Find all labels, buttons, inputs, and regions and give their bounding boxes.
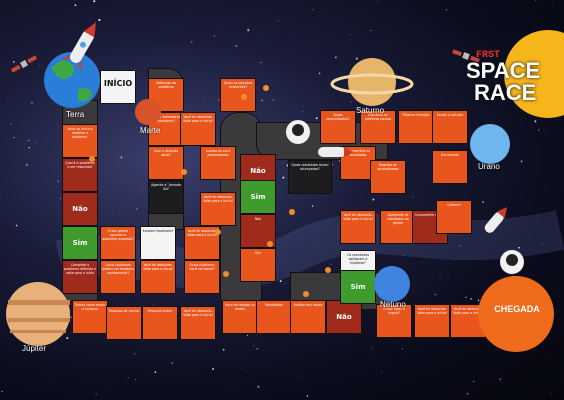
title-line-1: SPACE <box>466 58 541 83</box>
title-line-2: RACE <box>474 80 537 105</box>
planet-label-saturno: Saturno <box>356 106 385 115</box>
planet-label-jupiter: Júpiter <box>22 344 47 353</box>
planet-label-terra: Terra <box>66 110 85 119</box>
planet-label-urano: Urano <box>478 162 500 171</box>
mars-icon <box>135 99 161 125</box>
rocket-icon <box>318 147 354 157</box>
satellite-icon <box>10 55 38 73</box>
planet-label-netuno: Netuno <box>380 300 406 309</box>
rocket-icon <box>484 207 508 233</box>
planet-label-marte: Marte <box>140 126 161 135</box>
astronaut-icon <box>286 120 310 144</box>
neptune-icon <box>374 266 410 302</box>
meteor-icon <box>89 85 331 297</box>
game-board: Volta ao início e redefine o problema. Q… <box>0 0 564 400</box>
astronaut-icon <box>500 250 524 274</box>
finish-label: CHEGADA <box>494 304 540 314</box>
finish-planet-icon <box>478 276 554 352</box>
page-title: SPACE RACE <box>466 60 540 104</box>
uranus-icon <box>470 124 510 164</box>
jupiter-icon <box>6 282 70 346</box>
saturn-icon <box>330 58 414 106</box>
